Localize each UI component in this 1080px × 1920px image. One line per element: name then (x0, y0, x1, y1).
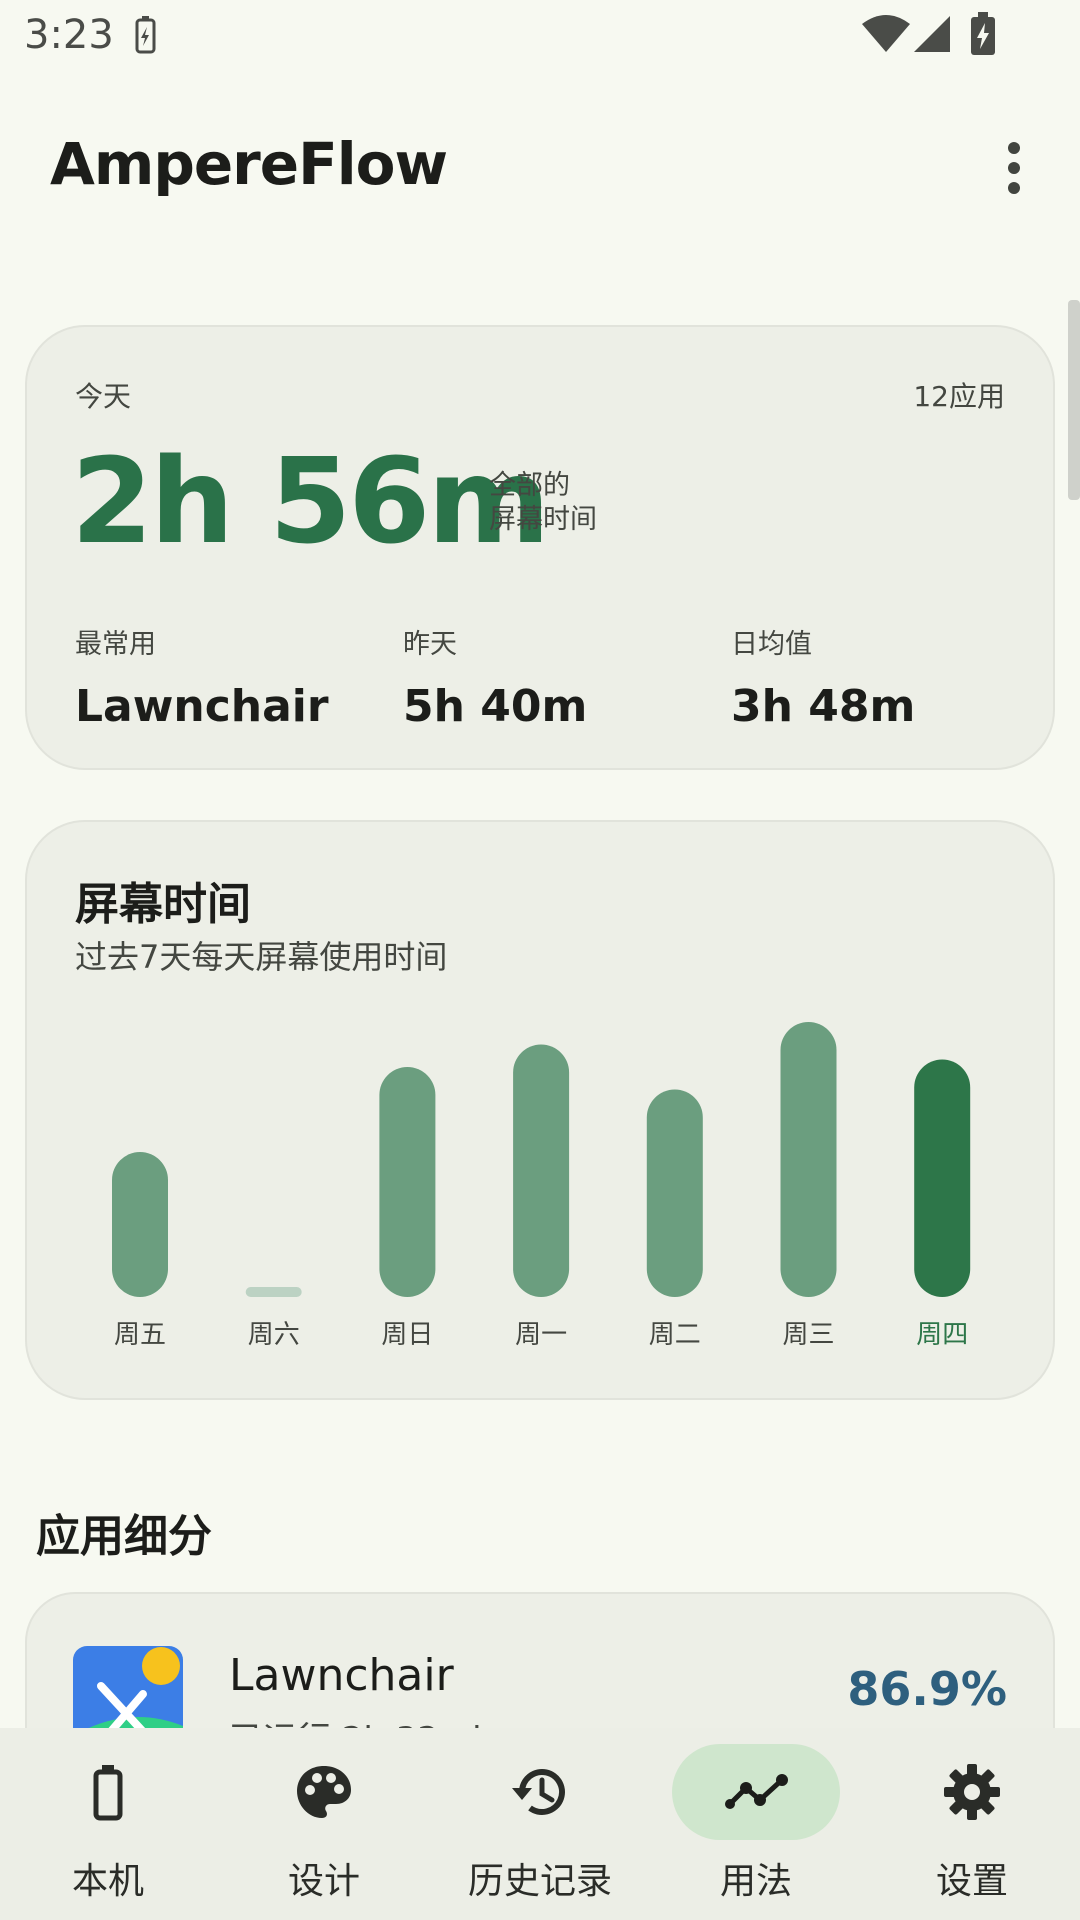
total-desc-line1: 全部的 (489, 470, 570, 501)
overflow-dot (1008, 162, 1020, 174)
chart-bar-3 (513, 1044, 570, 1297)
history-icon (512, 1769, 565, 1815)
battery-icon (93, 1765, 123, 1821)
overflow-dot (1008, 142, 1020, 154)
chart-tick-label-1: 周六 (248, 1320, 300, 1350)
stat-most-used: 最常用 Lawnchair (75, 622, 329, 732)
nav-item-history[interactable]: 历史记录 (432, 1728, 648, 1920)
today-label: 今天 (75, 380, 132, 413)
chart-tick-label-5: 周三 (782, 1320, 834, 1350)
stat-label: 日均值 (731, 629, 812, 660)
screen-time-bar-chart: 周五 周六 周日 周一 周二 周三 周四 (112, 1022, 971, 1350)
chart-tick-label-4: 周二 (649, 1320, 701, 1350)
nav-item-design[interactable]: 设计 (216, 1728, 432, 1920)
nav-item-usage[interactable]: 用法 (648, 1728, 864, 1920)
app-name: Lawnchair (229, 1650, 454, 1701)
section-title-app-breakdown: 应用细分 (36, 1511, 212, 1562)
total-desc-line2: 屏幕时间 (489, 504, 597, 535)
stat-label: 最常用 (75, 629, 156, 660)
battery-charging-icon (971, 12, 995, 55)
chart-bar-0 (112, 1152, 168, 1297)
chart-bar-1 (245, 1287, 302, 1297)
wifi-icon (862, 15, 910, 52)
battery-saver-icon (135, 16, 156, 54)
nav-label: 用法 (719, 1861, 792, 1902)
trend-icon (725, 1774, 788, 1809)
stat-value: 3h 48m (731, 681, 916, 732)
scrollbar[interactable] (1068, 300, 1080, 500)
chart-tick-label-3: 周一 (515, 1320, 567, 1350)
overflow-dot (1008, 182, 1020, 194)
chart-tick-label-2: 周日 (381, 1320, 433, 1350)
today-summary-card: 今天 12应用 2h 56m 全部的 屏幕时间 最常用 Lawnchair 昨天… (25, 325, 1055, 770)
chart-bar-5 (780, 1022, 837, 1297)
screen-time-chart-card: 屏幕时间 过去7天每天屏幕使用时间 周五 周六 周日 周一 周二 周三 周四 (25, 820, 1055, 1400)
nav-item-settings[interactable]: 设置 (864, 1728, 1080, 1920)
palette-icon (297, 1766, 351, 1818)
nav-label: 设计 (287, 1861, 360, 1902)
app-usage-percent: 86.9% (847, 1662, 1007, 1716)
stat-value: 5h 40m (403, 681, 588, 732)
nav-item-device[interactable]: 本机 (0, 1728, 216, 1920)
signal-icon (914, 16, 950, 52)
stat-label: 昨天 (403, 629, 457, 660)
chart-tick-label-6: 周四 (916, 1320, 968, 1350)
gear-icon (944, 1764, 1000, 1820)
total-screen-time-description: 全部的 屏幕时间 (489, 469, 629, 537)
chart-bar-6 (914, 1059, 971, 1297)
stat-yesterday: 昨天 5h 40m (403, 622, 587, 732)
chart-bar-2 (379, 1067, 436, 1297)
total-screen-time: 2h 56m (71, 432, 550, 570)
nav-label: 历史记录 (467, 1861, 612, 1902)
app-title: AmpereFlow (50, 130, 448, 198)
apps-count: 12应用 (913, 380, 1005, 413)
status-time: 3:23 (24, 12, 114, 58)
stat-daily-average: 日均值 3h 48m (731, 622, 915, 732)
overflow-menu-button[interactable] (990, 138, 1036, 198)
nav-label: 本机 (71, 1861, 144, 1902)
nav-label: 设置 (935, 1861, 1008, 1902)
chart-bar-4 (646, 1089, 703, 1297)
status-bar: 3:23 (0, 0, 1080, 74)
bottom-navigation: 本机 设计 历史记录 用法 设置 (0, 1728, 1080, 1920)
stat-value: Lawnchair (75, 681, 329, 732)
chart-tick-label-0: 周五 (114, 1320, 166, 1350)
